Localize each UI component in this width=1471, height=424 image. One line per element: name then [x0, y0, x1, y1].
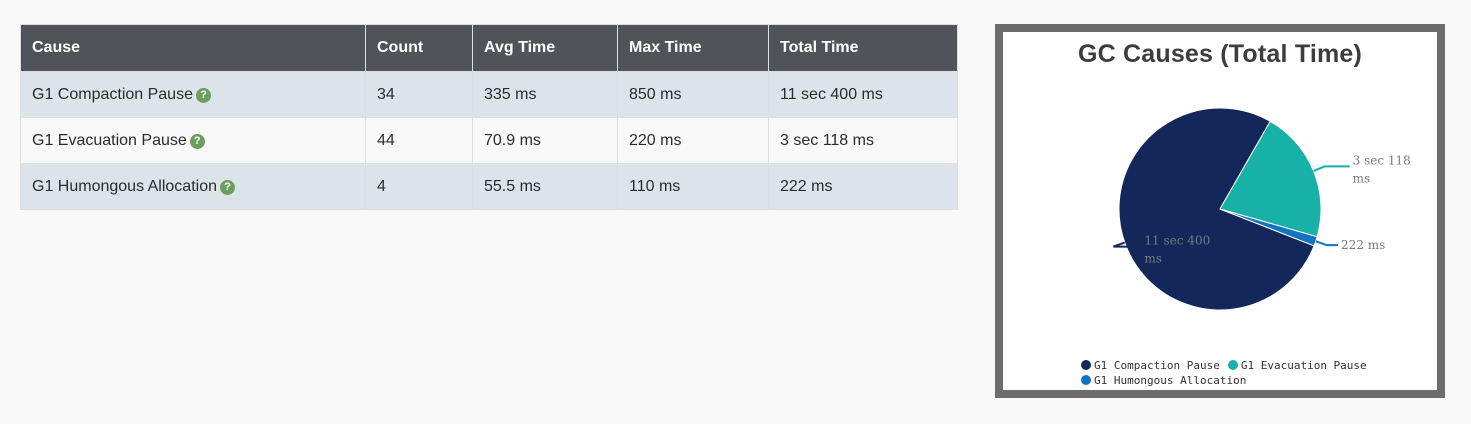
- header-count[interactable]: Count: [365, 24, 473, 72]
- chart-legend: G1 Compaction Pause G1 Evacuation Pause G1…: [1081, 358, 1381, 388]
- count-cell: 4: [365, 163, 473, 210]
- cause-cell: G1 Compaction Pause?: [20, 71, 366, 118]
- total-time-cell: 3 sec 118 ms: [768, 117, 958, 164]
- avg-time-cell: 335 ms: [472, 71, 618, 118]
- legend-item[interactable]: G1 Compaction Pause: [1081, 358, 1220, 373]
- legend-label: G1 Evacuation Pause: [1240, 359, 1367, 372]
- help-icon[interactable]: ?: [220, 179, 235, 195]
- total-time-cell: 11 sec 400 ms: [768, 71, 958, 118]
- legend-item[interactable]: G1 Humongous Allocation: [1081, 373, 1246, 388]
- legend-swatch: [1081, 360, 1091, 370]
- cause-label: G1 Humongous Allocation: [32, 177, 217, 195]
- gc-causes-table: Cause Count Avg Time Max Time Total Time…: [20, 24, 958, 210]
- legend-swatch: [1081, 375, 1091, 385]
- cause-cell: G1 Humongous Allocation?: [20, 163, 366, 210]
- pie-chart: 11 sec 400 ms3 sec 118 ms222 ms: [1113, 107, 1411, 311]
- table-row: G1 Compaction Pause? 34 335 ms 850 ms 11…: [20, 71, 958, 118]
- max-time-cell: 220 ms: [617, 117, 769, 164]
- avg-time-cell: 55.5 ms: [472, 163, 618, 210]
- max-time-cell: 850 ms: [617, 71, 769, 118]
- help-icon[interactable]: ?: [195, 87, 211, 103]
- header-max-time[interactable]: Max Time: [617, 24, 769, 72]
- data-label-connector: [1313, 165, 1350, 172]
- header-avg-time[interactable]: Avg Time: [472, 24, 618, 72]
- table-row: G1 Evacuation Pause? 44 70.9 ms 220 ms 3…: [20, 117, 958, 164]
- legend-label: G1 Compaction Pause: [1094, 359, 1220, 372]
- legend-swatch: [1227, 360, 1238, 370]
- cause-label: G1 Compaction Pause: [32, 85, 193, 103]
- data-label-connector: [1315, 240, 1339, 247]
- count-cell: 44: [365, 117, 473, 164]
- legend-label: G1 Humongous Allocation: [1094, 374, 1247, 387]
- data-label: 3 sec 118 ms: [1353, 153, 1411, 185]
- avg-time-cell: 70.9 ms: [472, 117, 618, 164]
- cause-cell: G1 Evacuation Pause?: [20, 117, 366, 164]
- count-cell: 34: [365, 71, 473, 118]
- legend-item[interactable]: G1 Evacuation Pause: [1227, 358, 1367, 373]
- data-label: 222 ms: [1341, 238, 1385, 252]
- help-icon[interactable]: ?: [189, 133, 205, 149]
- max-time-cell: 110 ms: [617, 163, 769, 210]
- cause-label: G1 Evacuation Pause: [32, 131, 187, 149]
- header-total-time[interactable]: Total Time: [768, 24, 958, 72]
- total-time-cell: 222 ms: [768, 163, 958, 210]
- table-row: G1 Humongous Allocation? 4 55.5 ms 110 m…: [20, 163, 958, 210]
- header-cause[interactable]: Cause: [20, 24, 366, 72]
- table-header-row: Cause Count Avg Time Max Time Total Time: [20, 24, 958, 72]
- gc-causes-chart-panel: GC Causes (Total Time) 11 sec 400 ms 3 sec…: [995, 24, 1445, 398]
